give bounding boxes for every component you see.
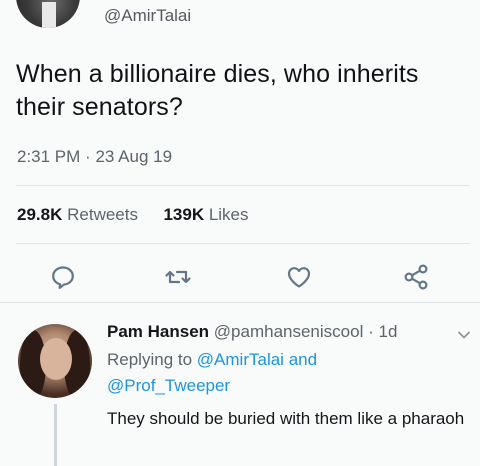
divider [16, 243, 470, 244]
tweet-stats: 29.8K Retweets 139K Likes [17, 205, 249, 225]
thread-line [54, 404, 57, 466]
share-icon [404, 264, 428, 290]
mention-and: and [288, 350, 318, 369]
retweets-label: Retweets [67, 205, 138, 224]
meta-separator: · [85, 147, 91, 166]
tweet-detail-view: @AmirTalai When a billionaire dies, who … [0, 0, 480, 466]
retweet-icon [165, 270, 191, 284]
reply-author-avatar[interactable] [18, 324, 92, 398]
retweets-stat[interactable]: 29.8K Retweets [17, 205, 143, 224]
reply-age[interactable]: 1d [379, 322, 398, 341]
retweet-button[interactable] [163, 262, 193, 292]
tweet-timestamp[interactable]: 2:31 PM · 23 Aug 19 [17, 147, 172, 167]
replying-to: Replying to @AmirTalai and @Prof_Tweeper [107, 347, 467, 399]
reply-separator: · [368, 322, 374, 341]
like-button[interactable] [284, 262, 314, 292]
tweet-text: When a billionaire dies, who inherits th… [16, 60, 419, 121]
tweet-date: 23 Aug 19 [95, 147, 173, 166]
chevron-down-icon[interactable] [457, 330, 471, 340]
likes-stat[interactable]: 139K Likes [163, 205, 248, 224]
retweets-count: 29.8K [17, 205, 63, 224]
likes-label: Likes [208, 205, 249, 224]
divider [0, 302, 480, 303]
share-button[interactable] [401, 262, 431, 292]
author-handle[interactable]: @AmirTalai [104, 6, 191, 26]
mention-link[interactable]: @AmirTalai [197, 350, 284, 369]
likes-count: 139K [163, 205, 205, 224]
heart-icon [287, 267, 311, 288]
avatar-shirt [42, 2, 56, 28]
divider [16, 185, 470, 186]
reply-icon [52, 266, 74, 289]
tweet-time: 2:31 PM [17, 147, 81, 166]
reply-header: Pam Hansen @pamhanseniscool · 1d [107, 322, 397, 342]
reply-author-handle[interactable]: @pamhanseniscool [214, 322, 364, 341]
tweet-actions-bar [0, 262, 480, 292]
replying-prefix: Replying to [107, 350, 193, 369]
reply-author-name[interactable]: Pam Hansen [107, 322, 209, 341]
mention-link[interactable]: @Prof_Tweeper [107, 376, 230, 395]
reply-text: They should be buried with them like a p… [107, 409, 465, 428]
reply-button[interactable] [48, 262, 78, 292]
author-avatar[interactable] [16, 0, 80, 28]
